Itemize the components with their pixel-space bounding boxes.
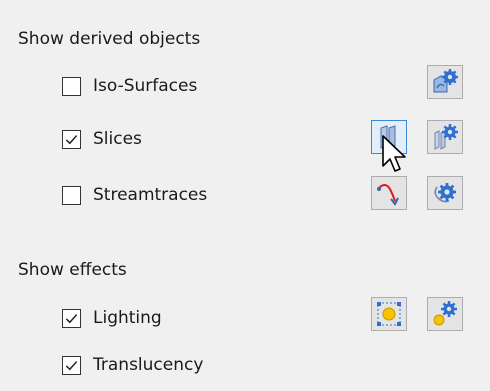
- streamtrace-add-button[interactable]: [371, 176, 407, 210]
- checkmark-icon: [65, 313, 78, 323]
- slices-label: Slices: [93, 129, 142, 149]
- iso-surfaces-label: Iso-Surfaces: [93, 76, 198, 96]
- streamtrace-add-icon: [377, 184, 399, 206]
- effects-title: Show effects: [18, 260, 127, 280]
- iso-surfaces-toggle[interactable]: Iso-Surfaces: [62, 74, 197, 98]
- iso-surface-details-button[interactable]: [427, 65, 463, 99]
- lighting-effect-button[interactable]: [371, 297, 407, 331]
- lighting-effect-icon: [377, 302, 401, 326]
- streamtrace-details-gear-icon: [434, 183, 456, 203]
- streamtraces-toggle[interactable]: Streamtraces: [62, 183, 207, 207]
- translucency-toggle[interactable]: Translucency: [62, 353, 203, 377]
- lighting-details-button[interactable]: [427, 297, 463, 331]
- lighting-checkbox[interactable]: [62, 308, 81, 328]
- streamtrace-details-button[interactable]: [427, 176, 463, 210]
- streamtraces-checkbox[interactable]: [62, 185, 81, 205]
- derived-objects-title: Show derived objects: [18, 29, 201, 49]
- translucency-label: Translucency: [93, 355, 204, 375]
- slices-toggle[interactable]: Slices: [62, 127, 142, 151]
- mouse-pointer-icon: [382, 135, 406, 172]
- slice-details-gear-icon: [434, 124, 458, 150]
- iso-surfaces-checkbox[interactable]: [62, 76, 81, 96]
- lighting-label: Lighting: [93, 308, 162, 328]
- checkmark-icon: [65, 134, 78, 144]
- streamtraces-label: Streamtraces: [93, 185, 208, 205]
- iso-surface-details-gear-icon: [433, 69, 458, 93]
- translucency-checkbox[interactable]: [62, 355, 81, 375]
- lighting-details-gear-icon: [433, 301, 457, 326]
- slice-details-button[interactable]: [427, 120, 463, 154]
- slices-checkbox[interactable]: [62, 129, 81, 149]
- checkmark-icon: [65, 360, 78, 370]
- lighting-toggle[interactable]: Lighting: [62, 306, 162, 330]
